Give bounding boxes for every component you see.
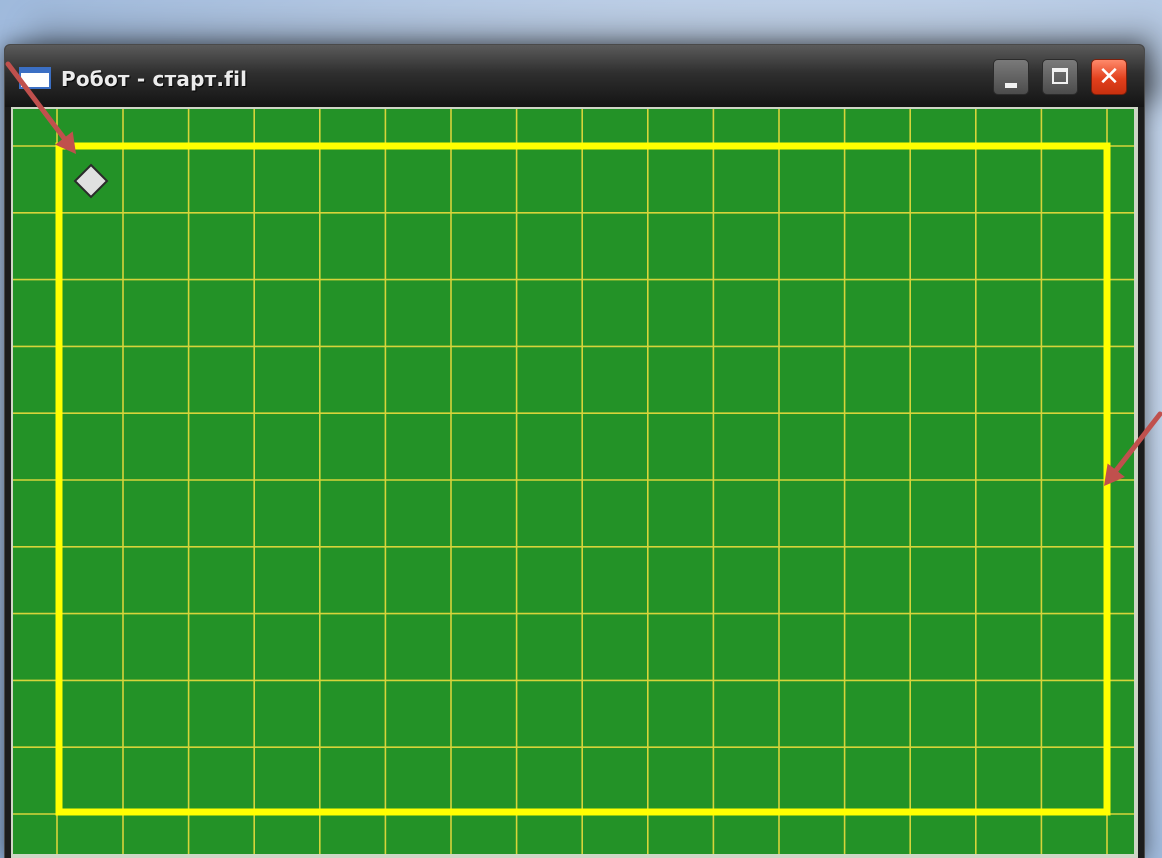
field-frame xyxy=(11,107,1138,858)
minimize-button[interactable] xyxy=(993,59,1029,95)
maximize-button[interactable] xyxy=(1042,59,1078,95)
robot-window: Робот - старт.fil ✕ xyxy=(4,44,1145,858)
robot-diamond-icon xyxy=(73,163,109,199)
field-grid xyxy=(13,109,1134,854)
window-title: Робот - старт.fil xyxy=(61,67,248,91)
robot-field[interactable] xyxy=(13,109,1134,854)
title-bar[interactable]: Робот - старт.fil ✕ xyxy=(5,45,1144,107)
window-icon xyxy=(19,67,51,89)
maximize-icon xyxy=(1052,68,1068,84)
minimize-icon xyxy=(1005,83,1017,88)
close-icon: ✕ xyxy=(1098,62,1120,92)
close-button[interactable]: ✕ xyxy=(1091,59,1127,95)
